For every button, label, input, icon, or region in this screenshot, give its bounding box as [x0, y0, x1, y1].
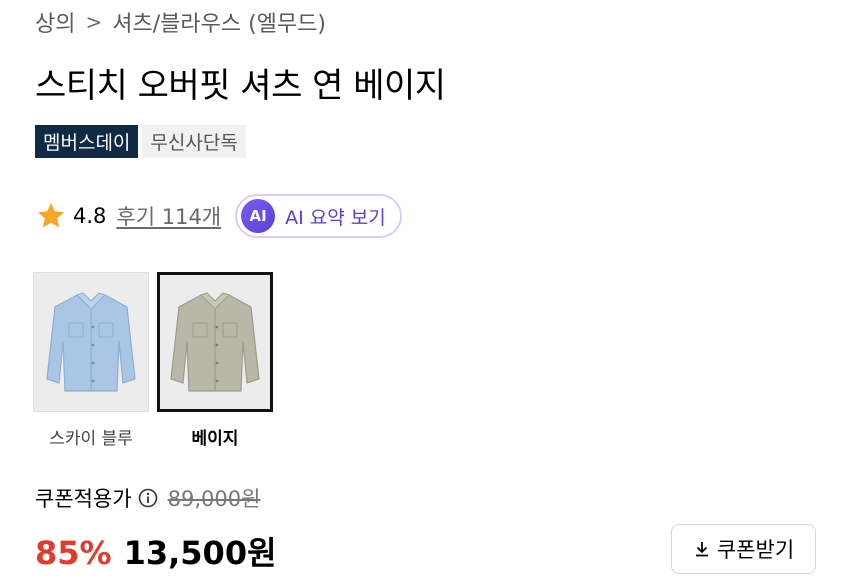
members-day-badge: 멤버스데이 — [35, 125, 139, 158]
swatch-label: 베이지 — [191, 429, 239, 449]
breadcrumb-category[interactable]: 상의 — [35, 6, 75, 38]
coupon-price-row: 쿠폰적용가 89,000원 — [35, 483, 260, 513]
original-price: 89,000원 — [167, 487, 261, 511]
breadcrumb: 상의 > 셔츠/블라우스 (엘무드) — [35, 6, 326, 38]
final-price: 13,500원 — [123, 534, 277, 572]
ai-summary-label: AI 요약 보기 — [285, 206, 386, 229]
shirt-thumbnail — [33, 272, 149, 412]
rating-row: 4.8 후기 114개 AI AI 요약 보기 — [35, 194, 402, 238]
ai-icon: AI — [241, 199, 276, 233]
get-coupon-button[interactable]: 쿠폰받기 — [671, 524, 816, 574]
product-title: 스티치 오버핏 셔츠 연 베이지 — [35, 66, 446, 106]
download-icon — [695, 542, 708, 557]
breadcrumb-separator: > — [85, 10, 103, 34]
shirt-icon — [170, 292, 260, 392]
info-icon[interactable] — [138, 488, 158, 508]
discount-rate: 85% — [35, 534, 112, 572]
star-icon — [37, 202, 65, 228]
reviews-link[interactable]: 후기 114개 — [116, 201, 221, 231]
swatch-beige[interactable]: 베이지 — [157, 272, 273, 449]
swatch-sky-blue[interactable]: 스카이 블루 — [33, 272, 149, 449]
final-price-row: 85% 13,500원 — [35, 528, 277, 574]
get-coupon-label: 쿠폰받기 — [716, 538, 795, 562]
rating-score: 4.8 — [73, 204, 107, 228]
coupon-label: 쿠폰적용가 — [35, 487, 132, 511]
badge-list: 멤버스데이 무신사단독 — [35, 125, 246, 158]
breadcrumb-subcategory[interactable]: 셔츠/블라우스 (엘무드) — [112, 6, 326, 38]
ai-summary-button[interactable]: AI AI 요약 보기 — [235, 194, 402, 238]
swatch-label: 스카이 블루 — [49, 429, 133, 449]
shirt-icon — [46, 292, 136, 392]
color-swatches: 스카이 블루 베이지 — [33, 272, 273, 449]
shirt-thumbnail — [157, 272, 273, 412]
exclusive-badge: 무신사단독 — [142, 125, 246, 158]
